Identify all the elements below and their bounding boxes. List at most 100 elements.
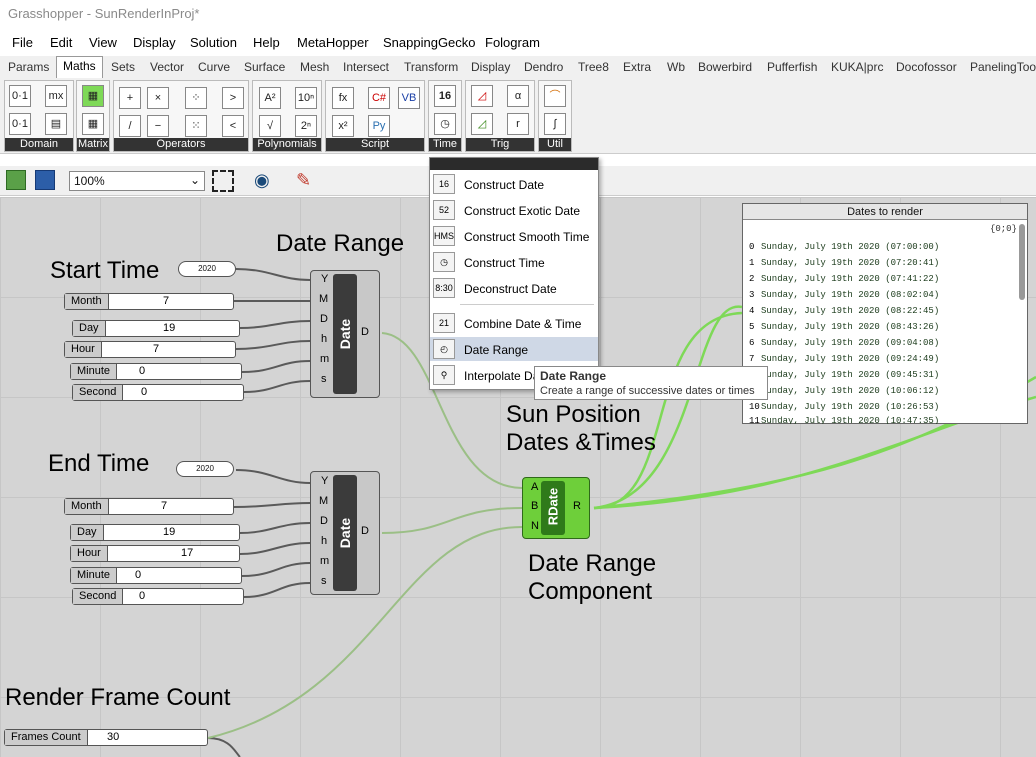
gate-icon[interactable]: ⁙ (185, 115, 207, 137)
menu-snappinggecko[interactable]: SnappingGecko (383, 35, 476, 50)
open-file-icon[interactable] (6, 170, 26, 190)
menu-item-deconstruct-date[interactable]: 8:30 Deconstruct Date (430, 276, 598, 300)
menu-item-construct-date[interactable]: 16 Construct Date (430, 172, 598, 196)
tab-tree8[interactable]: Tree8 (578, 60, 609, 74)
dates-to-render-panel[interactable]: Dates to render {0;0} 0 Sunday, July 19th… (742, 203, 1028, 424)
tab-bowerbird[interactable]: Bowerbird (698, 60, 752, 74)
menu-item-construct-smooth-time[interactable]: HMS Construct Smooth Time (430, 224, 598, 248)
zoom-extents-icon[interactable] (212, 170, 234, 192)
tab-display[interactable]: Display (471, 60, 510, 74)
rdate-component[interactable]: RDate A B N R (522, 477, 590, 539)
right-triangle-icon[interactable]: ◿ (471, 113, 493, 135)
tab-extra[interactable]: Extra (623, 60, 651, 74)
bounds-icon[interactable]: mx (45, 85, 67, 107)
save-file-icon[interactable] (35, 170, 55, 190)
menu-edit[interactable]: Edit (50, 35, 72, 50)
evaluate-icon[interactable]: x² (332, 115, 354, 137)
menu-help[interactable]: Help (253, 35, 280, 50)
output-d[interactable]: D (361, 525, 369, 537)
construct-date-start[interactable]: Date Y M D h m s D (310, 270, 380, 398)
menu-file[interactable]: File (12, 35, 33, 50)
tab-docofossor[interactable]: Docofossor (896, 60, 957, 74)
output-d[interactable]: D (361, 326, 369, 338)
tab-panelingtools[interactable]: PanelingTools (970, 60, 1036, 74)
input-d[interactable]: D (320, 515, 328, 527)
tab-maths[interactable]: Maths (56, 56, 103, 78)
panel-scrollbar[interactable] (1019, 224, 1025, 300)
input-s[interactable]: s (321, 575, 327, 587)
matrix-icon[interactable]: ▦ (82, 85, 104, 107)
tab-surface[interactable]: Surface (244, 60, 285, 74)
tab-intersect[interactable]: Intersect (343, 60, 389, 74)
power-icon[interactable]: A² (259, 87, 281, 109)
tab-curve[interactable]: Curve (198, 60, 230, 74)
tab-params[interactable]: Params (8, 60, 49, 74)
mass-addition-icon[interactable]: ⁘ (185, 87, 207, 109)
preview-eye-icon[interactable]: ◉ (254, 170, 270, 191)
tab-vector[interactable]: Vector (150, 60, 184, 74)
frames-count-slider[interactable]: Frames Count 30 (4, 729, 208, 746)
end-year-panel[interactable]: 2020 (176, 461, 234, 477)
zoom-select[interactable]: 100% ⌄ (69, 171, 205, 191)
start-minute-slider[interactable]: Minute 0 (70, 363, 242, 380)
vb-icon[interactable]: VB (398, 87, 420, 109)
remap-icon[interactable]: ▤ (45, 113, 67, 135)
end-day-slider[interactable]: Day 19 (70, 524, 240, 541)
radians-icon[interactable]: r (507, 113, 529, 135)
input-m[interactable]: M (319, 293, 328, 305)
square-root-icon[interactable]: √ (259, 115, 281, 137)
construct-date-end[interactable]: Date Y M D h m s D (310, 471, 380, 595)
end-minute-slider[interactable]: Minute 0 (70, 567, 242, 584)
menu-item-combine-date-time[interactable]: 21 Combine Date & Time (430, 311, 598, 335)
bell-curve-icon[interactable]: ⌒ (544, 85, 566, 107)
input-a[interactable]: A (531, 481, 538, 493)
power-of-two-icon[interactable]: 2ⁿ (295, 115, 317, 137)
addition-icon[interactable]: + (119, 87, 141, 109)
menu-item-date-range[interactable]: ◴ Date Range (430, 337, 598, 361)
start-day-slider[interactable]: Day 19 (72, 320, 240, 337)
deconstruct-domain-icon[interactable]: 0·1 (9, 113, 31, 135)
tab-mesh[interactable]: Mesh (300, 60, 329, 74)
tab-dendro[interactable]: Dendro (524, 60, 563, 74)
menu-fologram[interactable]: Fologram (485, 35, 540, 50)
triangle-icon[interactable]: ◿ (471, 85, 493, 107)
power-of-ten-icon[interactable]: 10ⁿ (295, 87, 317, 109)
output-r[interactable]: R (573, 500, 581, 512)
expression-icon[interactable]: fx (332, 87, 354, 109)
clock-icon[interactable]: ◷ (434, 113, 456, 135)
alpha-icon[interactable]: α (507, 85, 529, 107)
start-second-slider[interactable]: Second 0 (72, 384, 244, 401)
menu-display[interactable]: Display (133, 35, 176, 50)
input-min[interactable]: m (320, 555, 329, 567)
input-s[interactable]: s (321, 373, 327, 385)
tab-pufferfish[interactable]: Pufferfish (767, 60, 817, 74)
menu-solution[interactable]: Solution (190, 35, 237, 50)
division-icon[interactable]: / (119, 115, 141, 137)
start-hour-slider[interactable]: Hour 7 (64, 341, 236, 358)
input-h[interactable]: h (321, 535, 327, 547)
input-y[interactable]: Y (321, 475, 328, 487)
input-d[interactable]: D (320, 313, 328, 325)
csharp-icon[interactable]: C# (368, 87, 390, 109)
end-hour-slider[interactable]: Hour 17 (70, 545, 240, 562)
display-matrix-icon[interactable]: ▦ (82, 113, 104, 135)
input-y[interactable]: Y (321, 273, 328, 285)
tab-kukaprc[interactable]: KUKA|prc (831, 60, 883, 74)
input-min[interactable]: m (320, 353, 329, 365)
end-second-slider[interactable]: Second 0 (72, 588, 244, 605)
start-month-slider[interactable]: Month 7 (64, 293, 234, 310)
tab-sets[interactable]: Sets (111, 60, 135, 74)
input-n[interactable]: N (531, 520, 539, 532)
input-b[interactable]: B (531, 500, 538, 512)
domain-icon[interactable]: 0·1 (9, 85, 31, 107)
tab-wb[interactable]: Wb (667, 60, 685, 74)
python-icon[interactable]: Py (368, 115, 390, 137)
menu-metahopper[interactable]: MetaHopper (297, 35, 369, 50)
larger-than-icon[interactable]: > (222, 87, 244, 109)
start-year-panel[interactable]: 2020 (178, 261, 236, 277)
subtraction-icon[interactable]: − (147, 115, 169, 137)
menu-item-construct-exotic-date[interactable]: 52 Construct Exotic Date (430, 198, 598, 222)
smaller-than-icon[interactable]: < (222, 115, 244, 137)
input-m[interactable]: M (319, 495, 328, 507)
end-month-slider[interactable]: Month 7 (64, 498, 234, 515)
